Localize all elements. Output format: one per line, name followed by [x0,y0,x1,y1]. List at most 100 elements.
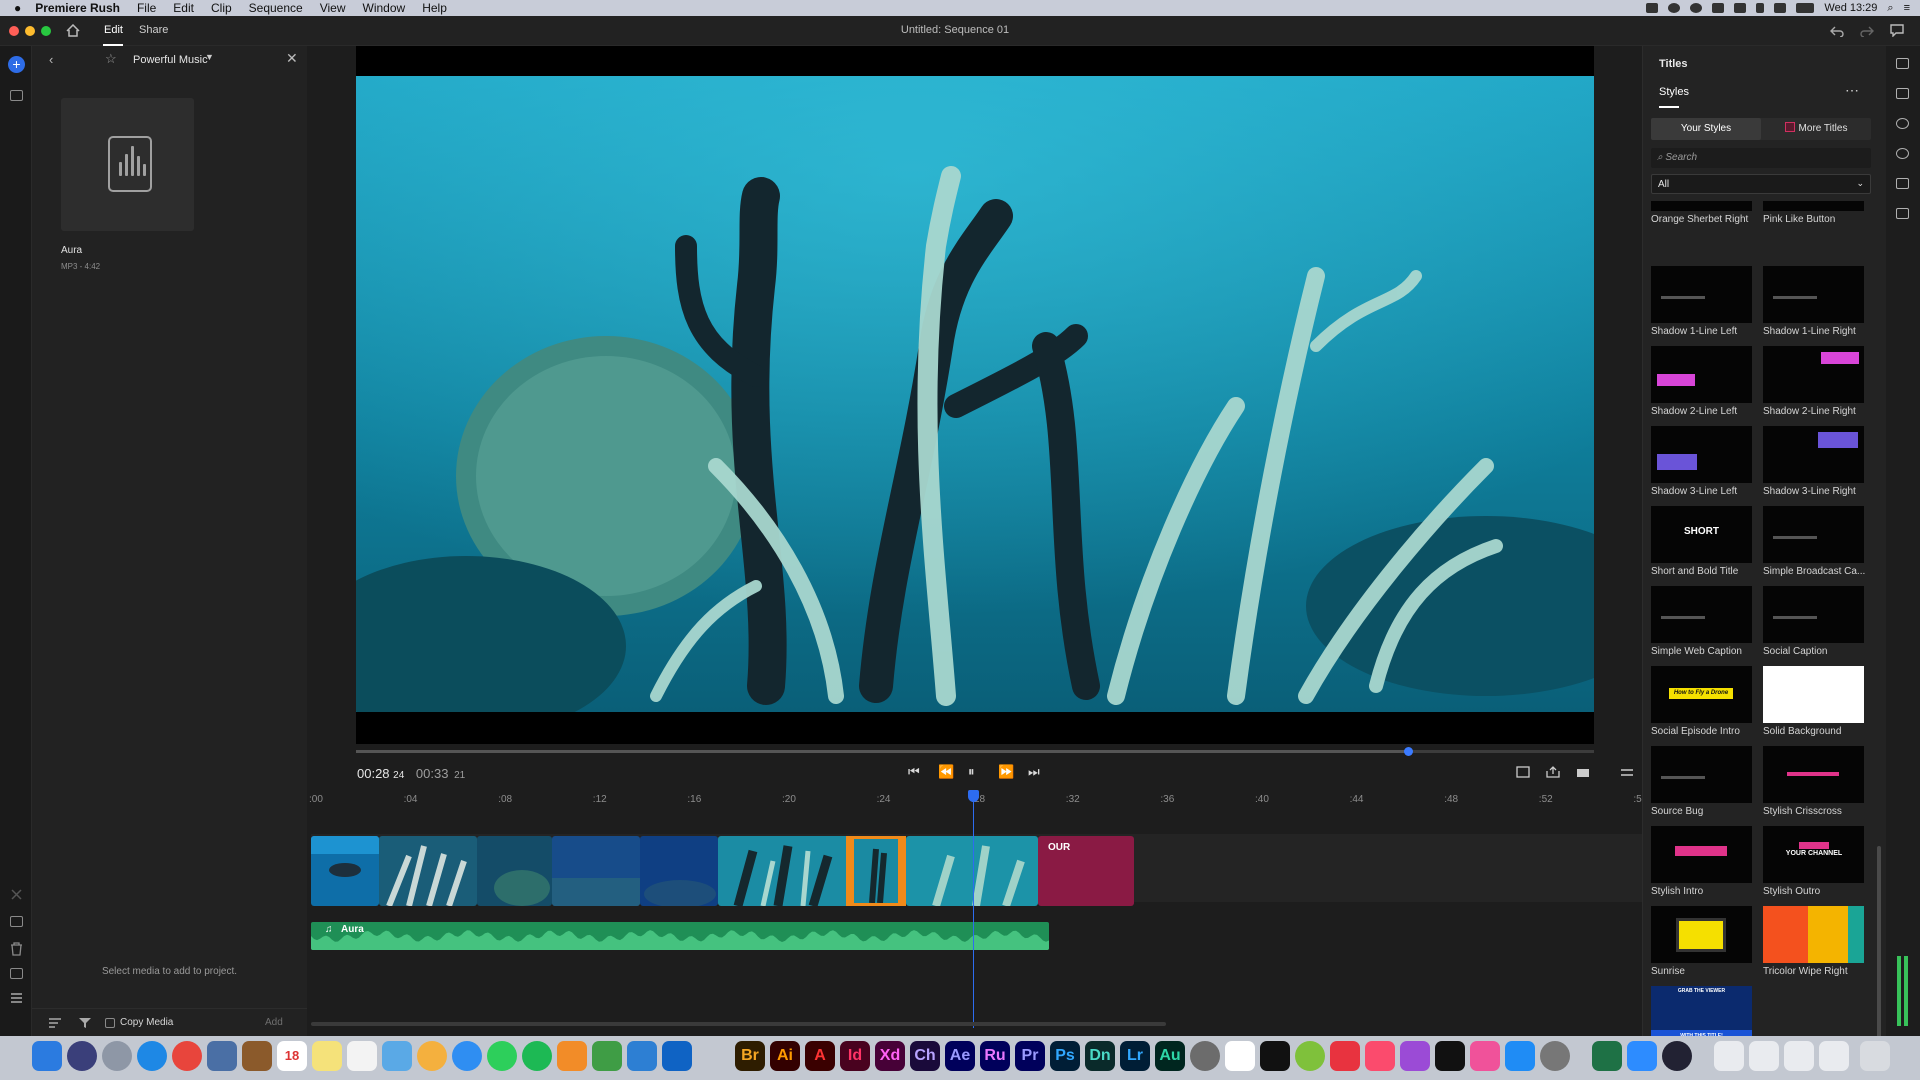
apple-icon[interactable]: ● [14,1,21,15]
video-clip[interactable] [906,836,1038,906]
siri-icon[interactable] [67,1041,97,1071]
bridge-icon[interactable]: Br [735,1041,765,1071]
close-panel-icon[interactable]: ✕ [286,50,298,67]
photoshop-icon[interactable]: Ps [1050,1041,1080,1071]
wifi-icon[interactable] [1774,3,1787,13]
pause-icon[interactable]: ⏸ [968,764,975,780]
feedback-icon[interactable] [1890,24,1904,37]
safari-icon[interactable] [137,1041,167,1071]
podcasts-icon[interactable] [1400,1041,1430,1071]
undo-icon[interactable] [1830,25,1844,37]
title-search-input[interactable]: ⌕ Search [1651,148,1871,168]
tab-styles[interactable]: Styles [1659,86,1689,98]
more-titles-button[interactable]: More Titles [1761,118,1871,140]
media-thumbnail[interactable] [61,98,194,231]
playback-scrubber[interactable] [356,747,1594,756]
screen-icon[interactable] [1646,3,1659,13]
star-icon[interactable]: ☆ [105,51,117,67]
window-thumb-icon[interactable] [1784,1041,1814,1071]
more-menu-icon[interactable] [1620,768,1634,778]
rush-icon[interactable]: Ru [980,1041,1010,1071]
dimension-icon[interactable]: Dn [1085,1041,1115,1071]
aspect-ratio-icon[interactable] [1576,766,1590,778]
chevron-down-icon[interactable]: ▼ [205,52,214,62]
add-media-button[interactable]: + [8,56,25,73]
xd-icon[interactable]: Xd [875,1041,905,1071]
slack-icon[interactable] [1225,1041,1255,1071]
filter-icon[interactable] [79,1017,91,1029]
color-icon[interactable] [1896,118,1909,129]
apple-tv-icon[interactable] [1435,1041,1465,1071]
scissors-icon[interactable] [10,888,23,901]
step-forward-icon[interactable]: ⏩ [998,764,1014,780]
window-thumb-icon[interactable] [1749,1041,1779,1071]
news-icon[interactable] [1330,1041,1360,1071]
trim-handle-left[interactable] [846,836,854,906]
after-effects-icon[interactable]: Ae [945,1041,975,1071]
add-button[interactable]: Add [265,1017,283,1028]
illustrator-icon[interactable]: Ai [770,1041,800,1071]
list-view-icon[interactable] [10,992,23,1005]
pages-icon[interactable] [557,1041,587,1071]
timeline-scrollbar[interactable] [311,1022,1166,1026]
go-to-end-icon[interactable]: ⏭ [1028,764,1040,780]
redo-icon[interactable] [1860,25,1874,37]
green-app-icon[interactable] [1295,1041,1325,1071]
trash-icon[interactable] [10,942,23,956]
playhead-handle[interactable] [968,790,980,802]
battery-icon[interactable] [1796,3,1815,13]
zoom-icon[interactable] [1627,1041,1657,1071]
video-clip[interactable] [640,836,718,906]
copy-media-checkbox[interactable] [105,1018,115,1028]
notes-icon[interactable] [312,1041,342,1071]
spotify-icon[interactable] [522,1041,552,1071]
go-to-start-icon[interactable]: ⏮ [908,764,920,780]
menu-app-name[interactable]: Premiere Rush [35,1,120,15]
monitor-icon[interactable] [1734,3,1747,13]
system-preferences-icon[interactable] [1540,1041,1570,1071]
finder-icon[interactable] [32,1041,62,1071]
menu-help[interactable]: Help [422,1,447,15]
media-file-name[interactable]: Aura [61,245,82,256]
audio-clip[interactable]: ♫ Aura [311,922,1049,950]
selected-video-clip[interactable] [851,836,901,906]
notebook-icon[interactable] [242,1041,272,1071]
menu-window[interactable]: Window [363,1,406,15]
your-styles-button[interactable]: Your Styles [1651,118,1761,140]
spotlight-icon[interactable]: ⌕ [1887,2,1893,15]
menu-clip[interactable]: Clip [211,1,232,15]
video-clip[interactable] [477,836,552,906]
title-clip[interactable]: OUR [1038,836,1134,906]
fit-frame-icon[interactable] [1516,766,1530,778]
menu-sequence[interactable]: Sequence [249,1,303,15]
system-tool-icon[interactable] [1190,1041,1220,1071]
audition-icon[interactable]: Au [1155,1041,1185,1071]
messages-icon[interactable] [452,1041,482,1071]
bluetooth-icon[interactable] [1756,3,1765,13]
export-frame-icon[interactable] [1546,766,1560,778]
menu-file[interactable]: File [137,1,156,15]
cc-icon[interactable] [1690,3,1703,13]
outlook-icon[interactable] [662,1041,692,1071]
sonos-icon[interactable] [1260,1041,1290,1071]
menu-edit[interactable]: Edit [173,1,194,15]
mail-icon[interactable] [207,1041,237,1071]
numbers-icon[interactable] [592,1041,622,1071]
menubar-clock[interactable]: Wed 13:29 [1824,2,1877,14]
project-assets-icon[interactable] [10,90,23,101]
photos-icon[interactable] [417,1041,447,1071]
indesign-icon[interactable]: Id [840,1041,870,1071]
category-filter-select[interactable]: All ⌄ [1651,174,1871,194]
sort-icon[interactable] [49,1018,61,1028]
acrobat-icon[interactable]: A [805,1041,835,1071]
video-preview[interactable] [356,46,1594,744]
app-store-icon[interactable] [1505,1041,1535,1071]
menu-view[interactable]: View [320,1,346,15]
launchpad-icon[interactable] [102,1041,132,1071]
dropbox-icon[interactable] [1712,3,1725,13]
trash-bin-icon[interactable] [1860,1041,1890,1071]
folder-app-icon[interactable] [1470,1041,1500,1071]
maps-icon[interactable] [382,1041,412,1071]
folder-title[interactable]: Powerful Music [133,54,208,66]
premiere-icon[interactable]: Pr [1015,1041,1045,1071]
